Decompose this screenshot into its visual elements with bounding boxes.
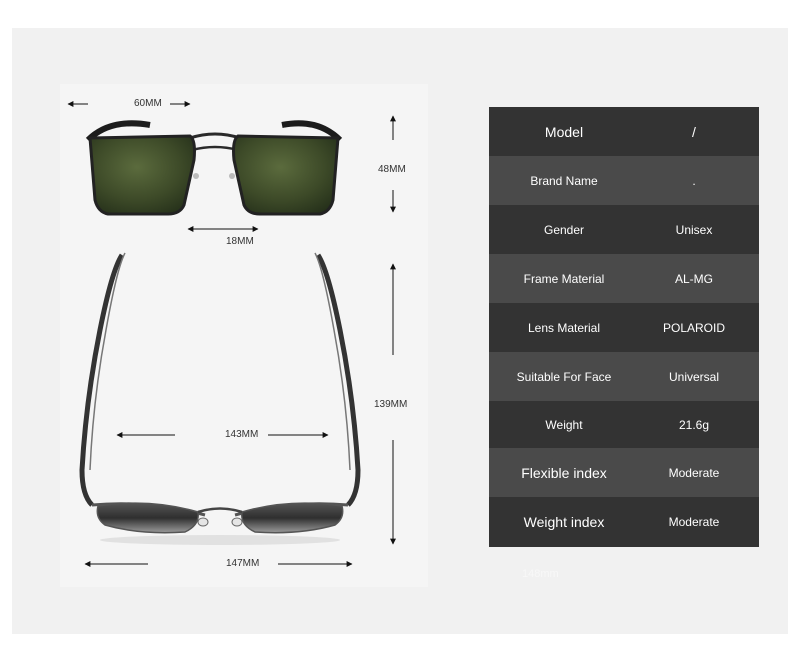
spec-value: Universal <box>668 369 719 384</box>
spec-value: / <box>692 123 696 140</box>
spec-row-gender: Gender Unisex <box>489 205 759 254</box>
spec-row-face: Suitable For Face Universal <box>489 352 759 401</box>
lens-height-label: 48MM <box>378 164 406 175</box>
left-pad-top <box>197 517 209 527</box>
spec-row-weight: Weight 21.6g <box>489 401 759 448</box>
spec-value: Unisex <box>675 222 713 237</box>
spec-row-brand: Brand Name . <box>489 156 759 205</box>
spec-value: AL-MG <box>674 271 713 286</box>
shadow <box>100 535 340 545</box>
faint-note: 148mm <box>522 568 559 580</box>
right-lens <box>232 134 340 216</box>
spec-key: Weight index <box>523 514 605 530</box>
spec-key: Lens Material <box>527 320 601 335</box>
spec-table: Model / Brand Name . Gender Unisex Frame… <box>489 107 759 547</box>
top-bridge <box>189 132 241 140</box>
right-nose-pad <box>229 173 235 179</box>
spec-row-frame-material: Frame Material AL-MG <box>489 254 759 303</box>
total-width-label: 147MM <box>226 558 260 569</box>
left-temple-arm <box>79 253 125 507</box>
spec-key: Model <box>544 123 584 140</box>
spec-row-weight-index: Weight index Moderate <box>489 497 759 547</box>
right-temple-arm <box>315 253 361 507</box>
spec-value: Moderate <box>668 515 720 529</box>
spec-row-lens-material: Lens Material POLAROID <box>489 303 759 352</box>
right-pad-top <box>231 517 243 527</box>
spec-row-flexible: Flexible index Moderate <box>489 448 759 497</box>
top-view <box>79 252 361 545</box>
lens-width-label: 60MM <box>134 98 162 109</box>
spec-value: POLAROID <box>662 320 725 335</box>
spec-key: Gender <box>543 222 585 237</box>
left-lens-top <box>96 502 199 534</box>
bridge-label: 18MM <box>226 236 254 247</box>
spec-key: Brand Name <box>530 173 598 188</box>
spec-key: Suitable For Face <box>516 369 612 384</box>
front-view <box>85 120 343 216</box>
right-lens-top <box>241 502 344 534</box>
spec-value: . <box>692 173 696 188</box>
bridge-top <box>197 507 243 514</box>
frame-width-label: 143MM <box>225 429 259 440</box>
left-lens <box>88 134 196 216</box>
spec-key: Weight <box>545 417 583 432</box>
spec-value: 21.6g <box>678 417 710 432</box>
left-nose-pad <box>193 173 199 179</box>
lower-bridge <box>191 145 239 152</box>
spec-value: Moderate <box>668 465 720 480</box>
spec-key: Flexible index <box>521 464 607 481</box>
spec-row-model: Model / <box>489 107 759 156</box>
spec-key: Frame Material <box>523 271 605 286</box>
temple-length-label: 139MM <box>374 399 408 410</box>
